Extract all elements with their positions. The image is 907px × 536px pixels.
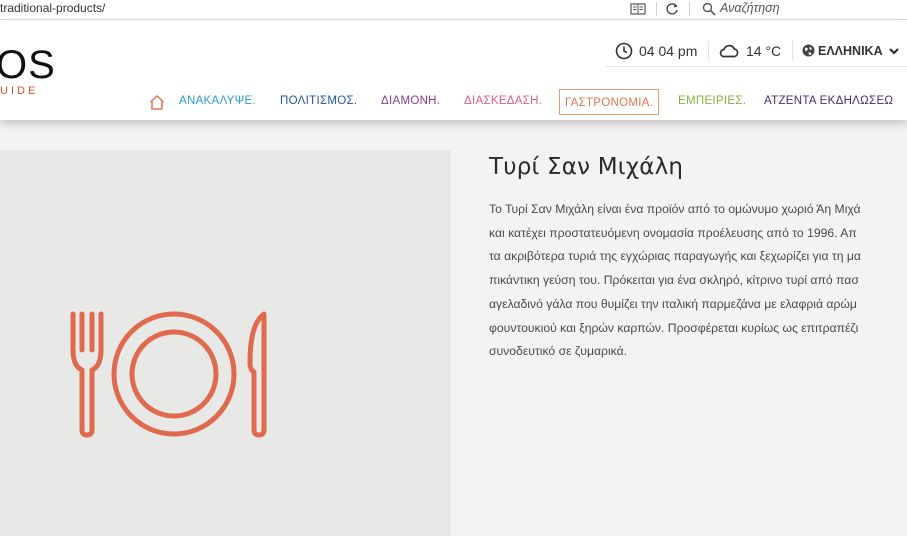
cloud-icon — [719, 44, 739, 57]
description-line: Το Τυρί Σαν Μιχάλη είναι ένα προϊόν από … — [489, 202, 861, 216]
site-logo[interactable]: OS — [0, 45, 56, 85]
language-label: ΕΛΛΗΝΙΚΑ — [818, 43, 883, 58]
browser-toolbar: traditional-products/ Αναζήτηση — [0, 0, 907, 20]
article-title: Τυρί Σαν Μιχάλη — [489, 154, 684, 180]
main-navigation: ΑΝΑΚΑΛΥΨΕ. ΠΟΛΙΤΙΣΜΟΣ. ΔΙΑΜΟΝΗ. ΔΙΑΣΚΕΔΑ… — [148, 89, 907, 117]
weather: 14 °C — [718, 35, 781, 66]
clock-icon — [615, 42, 633, 59]
time-value: 04 04 pm — [639, 42, 698, 59]
search-icon — [702, 2, 716, 16]
home-icon[interactable] — [148, 94, 166, 111]
language-selector[interactable]: ΕΛΛΗΝΙΚΑ — [802, 35, 900, 66]
description-line: συνοδευτικό σε ζυμαρικά. — [489, 344, 628, 359]
article-description: Το Τυρί Σαν Μιχάλη είναι ένα προϊόν από … — [489, 198, 907, 364]
site-header: OS UIDE 04 04 pm 14 °C ΕΛΛΗΝΙΚΑ ΑΝΑΚΑΛΥΨ… — [0, 21, 907, 120]
utility-bar: 04 04 pm 14 °C ΕΛΛΗΝΙΚΑ — [606, 35, 907, 67]
search-placeholder: Αναζήτηση — [720, 1, 780, 15]
utility-divider — [708, 41, 709, 60]
product-image — [0, 150, 451, 536]
nav-item-accommodation[interactable]: ΔΙΑΜΟΝΗ. — [381, 95, 440, 107]
nav-item-culture[interactable]: ΠΟΛΙΤΙΣΜΟΣ. — [280, 95, 357, 107]
toolbar-divider — [689, 2, 690, 16]
toolbar-divider — [656, 2, 657, 16]
nav-item-discover[interactable]: ΑΝΑΚΑΛΥΨΕ. — [179, 95, 256, 107]
local-time: 04 04 pm — [615, 35, 697, 66]
site-logo-subtitle: UIDE — [0, 85, 39, 97]
description-line: αγελαδινό γάλα που θυμίζει την ιταλική π… — [489, 296, 857, 311]
reload-icon[interactable] — [664, 1, 680, 17]
description-line: πικάντικη γεύση του. Πρόκειται για ένα σ… — [489, 273, 859, 288]
nav-item-experiences[interactable]: ΕΜΠΕΙΡΙΕΣ. — [678, 95, 746, 107]
nav-item-gastronomy[interactable]: ΓΑΣΤΡΟΝΟΜΙΑ. — [559, 89, 660, 115]
browser-search-field[interactable]: Αναζήτηση — [694, 0, 907, 19]
reader-view-icon[interactable] — [630, 2, 646, 16]
nav-item-events-agenda[interactable]: ΑΤΖΕΝΤΑ ΕΚΔΗΛΩΣΕΩ — [764, 95, 893, 107]
temperature-value: 14 °C — [746, 42, 782, 59]
description-line: φουντουκιού και ξηρών καρπών. Προσφέρετα… — [489, 320, 859, 335]
chevron-down-icon — [888, 47, 899, 55]
description-line: τα ακριβότερα τυριά της εγχώριας παραγωγ… — [489, 249, 861, 264]
cutlery-plate-icon — [70, 311, 267, 438]
utility-divider — [792, 41, 793, 60]
nav-item-entertainment[interactable]: ΔΙΑΣΚΕΔΑΣΗ. — [464, 95, 542, 107]
globe-icon — [802, 44, 815, 57]
address-bar-url[interactable]: traditional-products/ — [0, 1, 105, 15]
description-line: και κατέχει προστατευόμενη ονομασία προέ… — [489, 225, 857, 240]
main-content: Τυρί Σαν Μιχάλη Το Τυρί Σαν Μιχάλη είναι… — [0, 120, 907, 536]
